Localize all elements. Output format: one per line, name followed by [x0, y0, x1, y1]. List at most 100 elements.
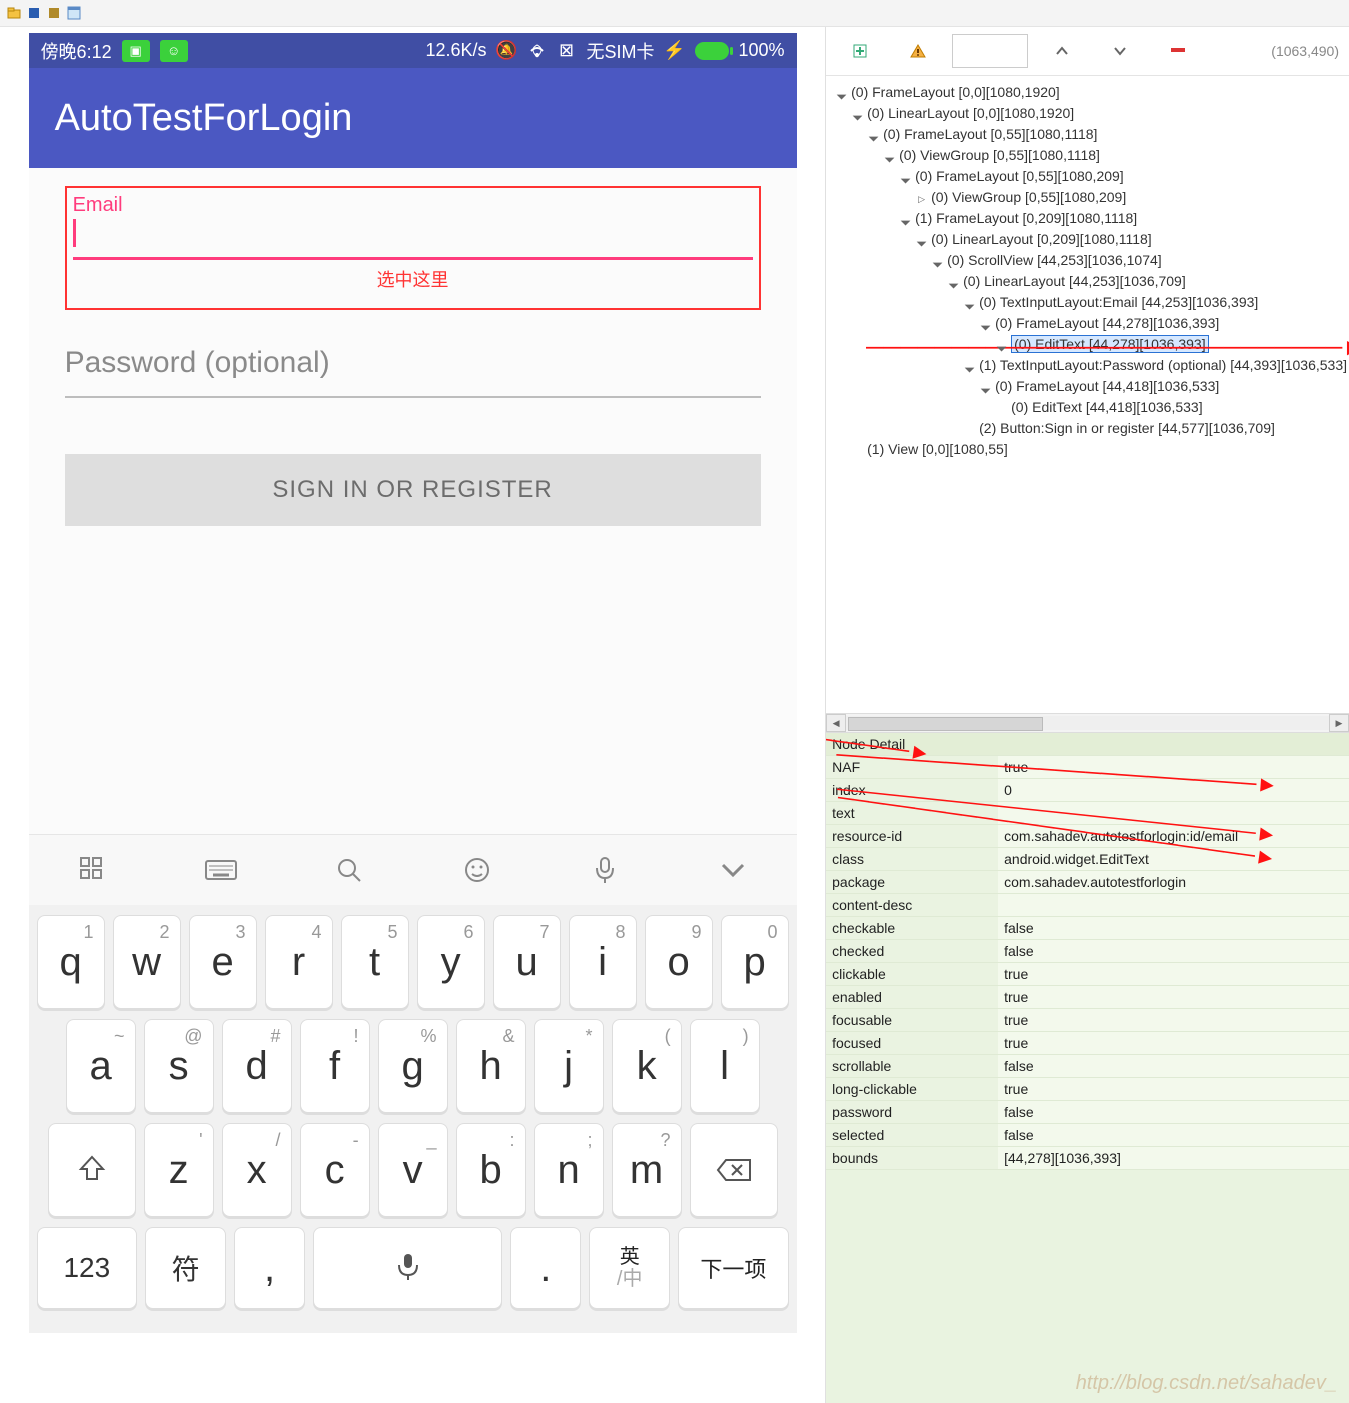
node-detail-row: classandroid.widget.EditText	[826, 848, 1349, 871]
node-detail-row: text	[826, 802, 1349, 825]
key-symbols[interactable]: 符	[145, 1227, 226, 1309]
email-field[interactable]	[73, 217, 753, 260]
tree-node[interactable]: (1) View [0,0][1080,55]	[828, 439, 1347, 460]
key-backspace[interactable]	[690, 1123, 778, 1217]
tree-node[interactable]: (2) Button:Sign in or register [44,577][…	[828, 418, 1347, 439]
key-period[interactable]: .	[510, 1227, 581, 1309]
ime-emoji-icon[interactable]	[459, 852, 495, 888]
ime-toolbar	[29, 834, 797, 905]
tree-node[interactable]: (0) LinearLayout [44,253][1036,709]	[828, 271, 1347, 292]
key-q[interactable]: 1q	[37, 915, 105, 1009]
key-language[interactable]: 英/中	[589, 1227, 670, 1309]
password-field[interactable]: Password (optional)	[65, 346, 761, 398]
tree-node[interactable]: (0) FrameLayout [44,418][1036,533]	[828, 376, 1347, 397]
key-u[interactable]: 7u	[493, 915, 561, 1009]
key-m[interactable]: ?m	[612, 1123, 682, 1217]
open-folder-icon[interactable]	[6, 5, 22, 21]
key-l[interactable]: )l	[690, 1019, 760, 1113]
tree-horizontal-scrollbar[interactable]: ◀ ▶	[826, 713, 1349, 733]
mute-icon: 🔕	[497, 41, 517, 61]
key-shift[interactable]	[48, 1123, 136, 1217]
ime-voice-icon[interactable]	[587, 852, 623, 888]
key-e[interactable]: 3e	[189, 915, 257, 1009]
key-h[interactable]: &h	[456, 1019, 526, 1113]
device-statusbar: 傍晚6:12 ▣ ☺ 12.6K/s 🔕 ⊠ 无SIM卡 ⚡ 100%	[29, 33, 797, 68]
key-s[interactable]: @s	[144, 1019, 214, 1113]
tree-node[interactable]: (0) ViewGroup [0,55][1080,209]	[828, 187, 1347, 208]
ui-hierarchy-tree[interactable]: ────────────────────────────► (0) FrameL…	[826, 76, 1349, 713]
node-detail-row: scrollablefalse	[826, 1055, 1349, 1078]
key-j[interactable]: *j	[534, 1019, 604, 1113]
app-toolbar	[0, 0, 1349, 27]
key-x[interactable]: /x	[222, 1123, 292, 1217]
node-detail-row: focusabletrue	[826, 1009, 1349, 1032]
key-y[interactable]: 6y	[417, 915, 485, 1009]
key-f[interactable]: !f	[300, 1019, 370, 1113]
tree-node[interactable]: (0) ScrollView [44,253][1036,1074]	[828, 250, 1347, 271]
tree-node[interactable]: (0) FrameLayout [0,0][1080,1920]	[828, 82, 1347, 103]
right-toolbar: (1063,490)	[826, 27, 1349, 76]
ime-keyboard-icon[interactable]	[203, 852, 239, 888]
node-detail-header: Node Detail	[826, 733, 1349, 756]
tree-node[interactable]: (0) TextInputLayout:Email [44,253][1036,…	[828, 292, 1347, 313]
expand-down-icon[interactable]	[1096, 33, 1144, 69]
tree-node[interactable]: (0) FrameLayout [0,55][1080,1118]	[828, 124, 1347, 145]
node-detail-row: resource-idcom.sahadev.autotestforlogin:…	[826, 825, 1349, 848]
tree-node[interactable]: (1) FrameLayout [0,209][1080,1118]	[828, 208, 1347, 229]
device-screenshot-pane: 傍晚6:12 ▣ ☺ 12.6K/s 🔕 ⊠ 无SIM卡 ⚡ 100%	[0, 27, 826, 1403]
scroll-left-icon[interactable]: ◀	[826, 714, 846, 732]
key-i[interactable]: 8i	[569, 915, 637, 1009]
statusbar-battery-pct: 100%	[739, 40, 785, 61]
device-dump-compressed-icon[interactable]	[46, 5, 62, 21]
statusbar-netspeed: 12.6K/s	[425, 40, 486, 61]
node-detail-row: bounds[44,278][1036,393]	[826, 1147, 1349, 1170]
wifi-icon	[527, 41, 547, 61]
expand-all-icon[interactable]	[836, 33, 884, 69]
collapse-up-icon[interactable]	[1038, 33, 1086, 69]
tree-node[interactable]: (0) LinearLayout [0,0][1080,1920]	[828, 103, 1347, 124]
app-bar: AutoTestForLogin	[29, 68, 797, 168]
cursor-coords: (1063,490)	[1271, 43, 1339, 59]
key-b[interactable]: :b	[456, 1123, 526, 1217]
window-icon[interactable]	[66, 5, 82, 21]
scroll-right-icon[interactable]: ▶	[1329, 714, 1349, 732]
app-title: AutoTestForLogin	[55, 97, 353, 140]
key-a[interactable]: ~a	[66, 1019, 136, 1113]
key-123[interactable]: 123	[37, 1227, 138, 1309]
tree-node[interactable]: (0) ViewGroup [0,55][1080,1118]	[828, 145, 1347, 166]
key-t[interactable]: 5t	[341, 915, 409, 1009]
key-p[interactable]: 0p	[721, 915, 789, 1009]
node-detail-row: clickabletrue	[826, 963, 1349, 986]
device-dump-icon[interactable]	[26, 5, 42, 21]
ime-grid-icon[interactable]	[75, 852, 111, 888]
tree-node[interactable]: (0) EditText [44,418][1036,533]	[828, 397, 1347, 418]
tree-node[interactable]: (0) FrameLayout [0,55][1080,209]	[828, 166, 1347, 187]
key-next[interactable]: 下一项	[678, 1227, 788, 1309]
key-v[interactable]: _v	[378, 1123, 448, 1217]
ime-collapse-icon[interactable]	[715, 852, 751, 888]
key-c[interactable]: -c	[300, 1123, 370, 1217]
node-detail-row: enabledtrue	[826, 986, 1349, 1009]
node-detail-row: index0	[826, 779, 1349, 802]
signin-button[interactable]: SIGN IN OR REGISTER	[65, 454, 761, 526]
app-notification-icon: ☺	[160, 40, 188, 62]
tree-node[interactable]: (0) LinearLayout [0,209][1080,1118]	[828, 229, 1347, 250]
key-r[interactable]: 4r	[265, 915, 333, 1009]
tree-node[interactable]: (0) EditText [44,278][1036,393]	[828, 334, 1347, 355]
key-comma[interactable]: ,	[234, 1227, 305, 1309]
key-w[interactable]: 2w	[113, 915, 181, 1009]
selected-element-overlay[interactable]: Email 选中这里	[65, 186, 761, 310]
search-input[interactable]	[952, 34, 1028, 68]
key-o[interactable]: 9o	[645, 915, 713, 1009]
ime-search-icon[interactable]	[331, 852, 367, 888]
key-z[interactable]: 'z	[144, 1123, 214, 1217]
tree-node[interactable]: (1) TextInputLayout:Password (optional) …	[828, 355, 1347, 376]
key-g[interactable]: %g	[378, 1019, 448, 1113]
key-space[interactable]	[313, 1227, 502, 1309]
tree-node[interactable]: (0) FrameLayout [44,278][1036,393]	[828, 313, 1347, 334]
key-k[interactable]: (k	[612, 1019, 682, 1113]
delete-icon[interactable]	[1154, 33, 1202, 69]
key-d[interactable]: #d	[222, 1019, 292, 1113]
key-n[interactable]: ;n	[534, 1123, 604, 1217]
warning-icon[interactable]	[894, 33, 942, 69]
